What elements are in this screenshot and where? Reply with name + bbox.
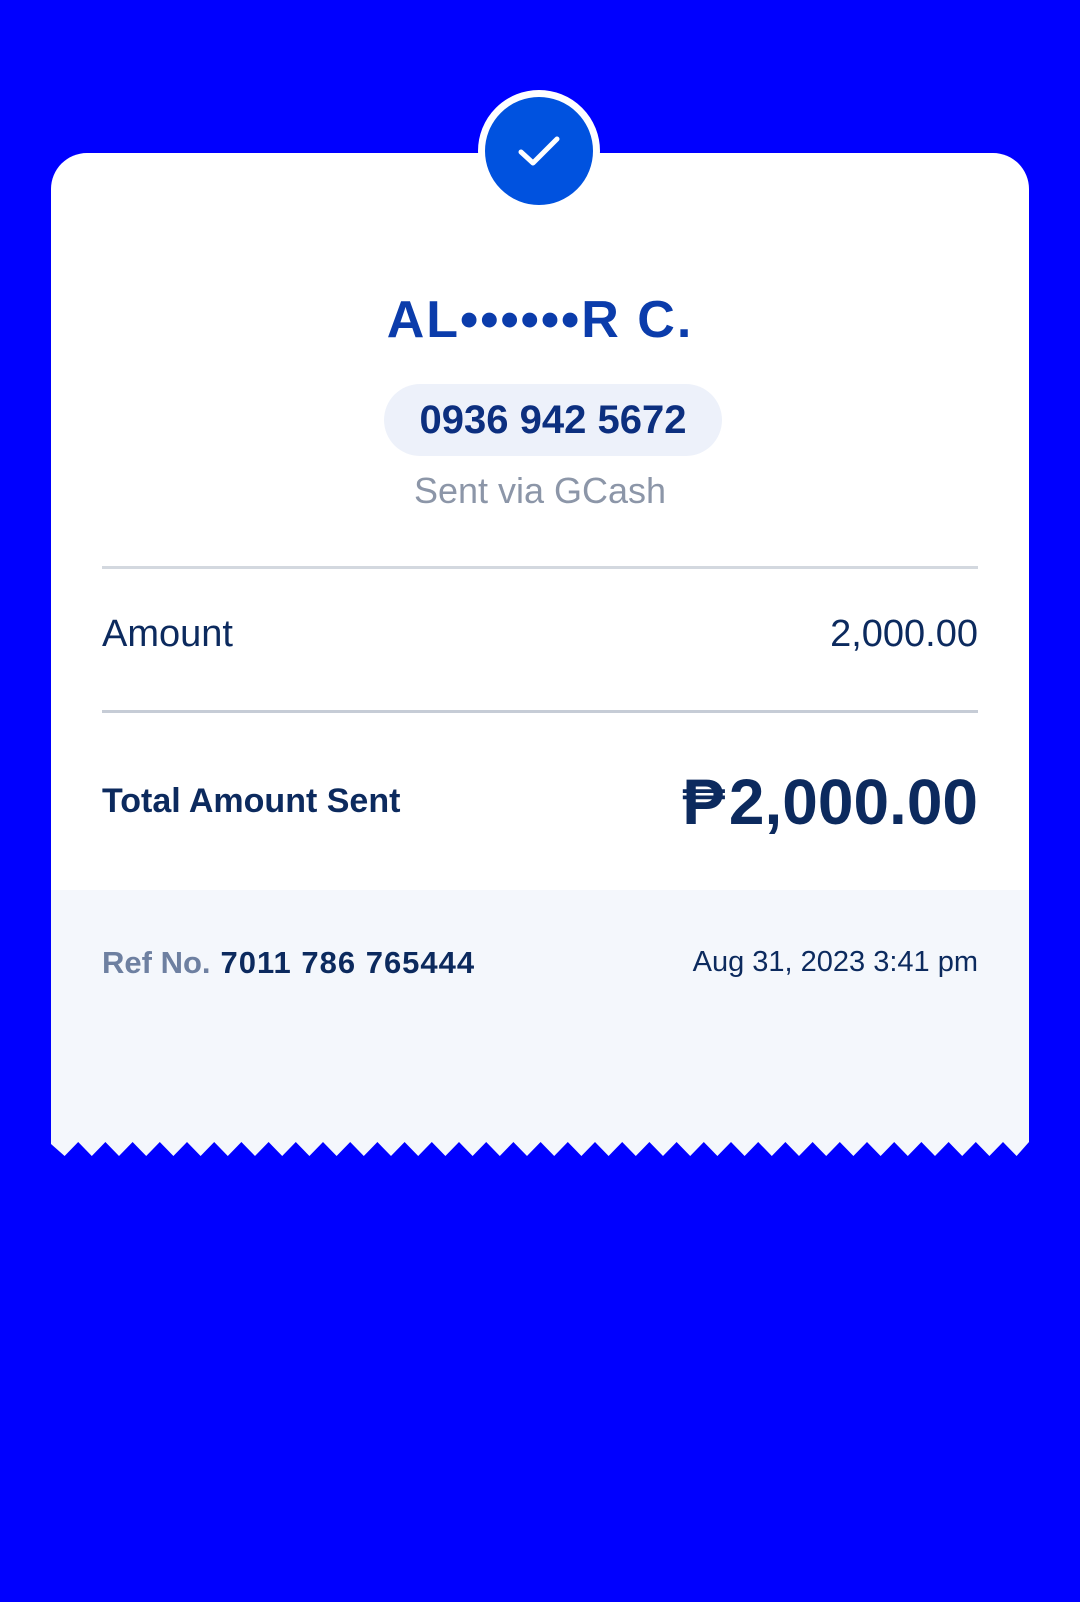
recipient-phone-pill: 0936 942 5672	[384, 384, 722, 456]
amount-label: Amount	[102, 613, 233, 655]
checkmark-icon	[518, 136, 560, 166]
divider-top	[102, 566, 978, 569]
recipient-phone: 0936 942 5672	[419, 397, 687, 442]
recipient-name: AL••••••R C.	[386, 291, 694, 349]
receipt-footer-section	[51, 890, 1029, 1158]
torn-edge-zigzag	[51, 1142, 1029, 1158]
transaction-datetime: Aug 31, 2023 3:41 pm	[692, 946, 978, 978]
sent-via-label: Sent via GCash	[413, 470, 667, 511]
success-badge	[478, 90, 600, 212]
ref-label: Ref No.	[102, 945, 211, 980]
ref-number: 7011 786 765444	[220, 945, 476, 980]
peso-currency-symbol: ₱	[682, 766, 725, 838]
divider-middle	[102, 710, 978, 713]
reference-number-block: Ref No. 7011 786 765444	[102, 945, 475, 981]
total-amount-value: ₱ 2,000.00	[682, 765, 978, 839]
total-amount-label: Total Amount Sent	[102, 782, 401, 820]
amount-value: 2,000.00	[830, 613, 978, 655]
total-amount-number: 2,000.00	[728, 766, 978, 838]
